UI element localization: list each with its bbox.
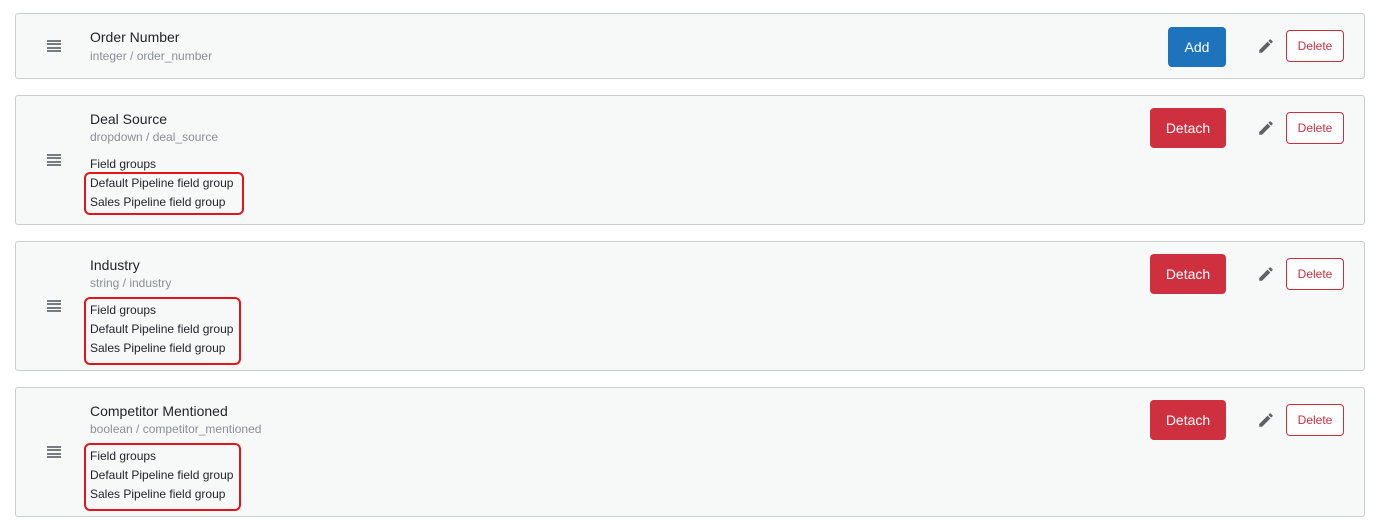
pencil-icon[interactable] — [1257, 119, 1275, 137]
field-row-competitor-mentioned: Competitor Mentioned boolean / competito… — [15, 387, 1365, 517]
field-name: Deal Source — [90, 111, 168, 127]
drag-handle-icon[interactable] — [47, 300, 61, 312]
field-group-item: Default Pipeline field group — [90, 322, 234, 336]
pencil-icon[interactable] — [1257, 265, 1275, 283]
delete-button[interactable]: Delete — [1286, 258, 1344, 290]
delete-button[interactable]: Delete — [1286, 112, 1344, 144]
field-groups-list: Field groups Default Pipeline field grou… — [90, 155, 233, 212]
pencil-icon[interactable] — [1257, 37, 1275, 55]
field-type: dropdown / deal_source — [90, 130, 219, 144]
field-type: integer / order_number — [90, 49, 213, 63]
detach-button[interactable]: Detach — [1150, 400, 1226, 440]
field-name: Competitor Mentioned — [90, 403, 228, 419]
field-type: boolean / competitor_mentioned — [90, 422, 262, 436]
field-groups-label: Field groups — [90, 449, 157, 463]
drag-handle-icon[interactable] — [47, 154, 61, 166]
pencil-icon[interactable] — [1257, 411, 1275, 429]
field-row-industry: Industry string / industry Field groups … — [15, 241, 1365, 371]
add-button[interactable]: Add — [1168, 27, 1226, 67]
field-row-deal-source: Deal Source dropdown / deal_source Field… — [15, 95, 1365, 225]
field-group-item: Default Pipeline field group — [90, 468, 234, 482]
field-name: Order Number — [90, 29, 180, 45]
field-groups-label: Field groups — [90, 303, 157, 317]
detach-button[interactable]: Detach — [1150, 108, 1226, 148]
field-groups-label: Field groups — [90, 157, 157, 171]
delete-button[interactable]: Delete — [1286, 404, 1344, 436]
field-row-order-number: Order Number integer / order_number Add … — [15, 13, 1365, 79]
delete-button[interactable]: Delete — [1286, 30, 1344, 62]
field-group-item: Default Pipeline field group — [90, 176, 234, 190]
field-groups-list: Field groups Default Pipeline field grou… — [90, 301, 233, 358]
detach-button[interactable]: Detach — [1150, 254, 1226, 294]
field-groups-list: Field groups Default Pipeline field grou… — [90, 447, 233, 504]
drag-handle-icon[interactable] — [47, 446, 61, 458]
field-name: Industry — [90, 257, 140, 273]
drag-handle-icon[interactable] — [47, 40, 61, 52]
field-type: string / industry — [90, 276, 172, 290]
field-group-item: Sales Pipeline field group — [90, 195, 226, 209]
field-group-item: Sales Pipeline field group — [90, 487, 226, 501]
field-group-item: Sales Pipeline field group — [90, 341, 226, 355]
